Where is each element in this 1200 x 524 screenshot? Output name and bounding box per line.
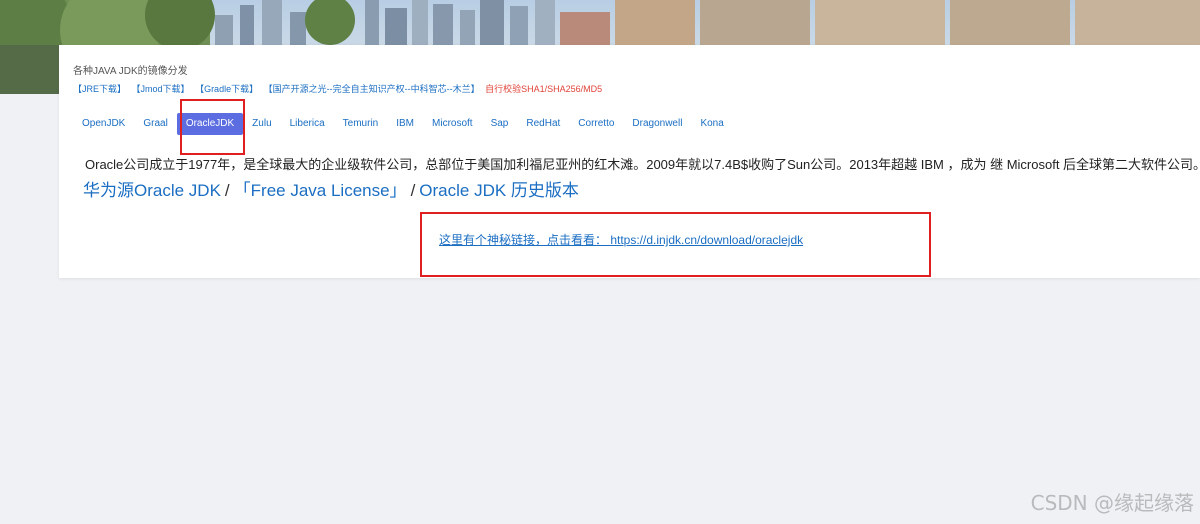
link-separator: / xyxy=(410,181,416,200)
oracle-history-link[interactable]: Oracle JDK 历史版本 xyxy=(419,181,579,200)
tab-sap[interactable]: Sap xyxy=(482,113,518,135)
tab-temurin[interactable]: Temurin xyxy=(334,113,388,135)
tab-openjdk[interactable]: OpenJDK xyxy=(73,113,134,135)
gradle-download-link[interactable]: 【Gradle下载】 xyxy=(195,84,258,94)
oracle-links-row: 华为源Oracle JDK / 「Free Java License」 / Oracle… xyxy=(83,176,579,201)
mulan-link[interactable]: 【国产开源之光--完全自主知识产权--中科智芯--木兰】 xyxy=(264,84,480,94)
tab-graal[interactable]: Graal xyxy=(134,113,176,135)
annotation-box-oraclejdk-tab xyxy=(180,99,245,155)
link-separator: / xyxy=(224,181,230,200)
tab-liberica[interactable]: Liberica xyxy=(281,113,334,135)
tab-dragonwell[interactable]: Dragonwell xyxy=(623,113,691,135)
tab-corretto[interactable]: Corretto xyxy=(569,113,623,135)
page-subtitle: 各种JAVA JDK的镜像分发 xyxy=(73,66,188,77)
tab-microsoft[interactable]: Microsoft xyxy=(423,113,482,135)
oracle-description: Oracle公司成立于1977年，是全球最大的企业级软件公司，总部位于美国加利福… xyxy=(85,157,1200,172)
csdn-watermark: CSDN @缘起缘落 xyxy=(1030,491,1194,515)
huawei-mirror-link[interactable]: 华为源Oracle JDK xyxy=(83,181,221,200)
tab-redhat[interactable]: RedHat xyxy=(517,113,569,135)
tab-kona[interactable]: Kona xyxy=(691,113,732,135)
download-links-row: 【JRE下载】 【Jmod下载】 【Gradle下载】 【国产开源之光--完全自… xyxy=(73,82,605,95)
tab-ibm[interactable]: IBM xyxy=(387,113,423,135)
jre-download-link[interactable]: 【JRE下载】 xyxy=(73,84,126,94)
free-java-license-link[interactable]: 「Free Java License」 xyxy=(234,181,407,200)
jmod-download-link[interactable]: 【Jmod下载】 xyxy=(132,84,190,94)
verify-checksum-link[interactable]: 自行校验SHA1/SHA256/MD5 xyxy=(485,84,602,94)
secret-download-link[interactable]: 这里有个神秘链接，点击看看： https://d.injdk.cn/downlo… xyxy=(439,231,803,248)
vendor-tabs: OpenJDK Graal OracleJDK Zulu Liberica Te… xyxy=(73,113,733,135)
main-card: 各种JAVA JDK的镜像分发 【JRE下载】 【Jmod下载】 【Gradle… xyxy=(59,45,1200,278)
tab-zulu[interactable]: Zulu xyxy=(243,113,280,135)
